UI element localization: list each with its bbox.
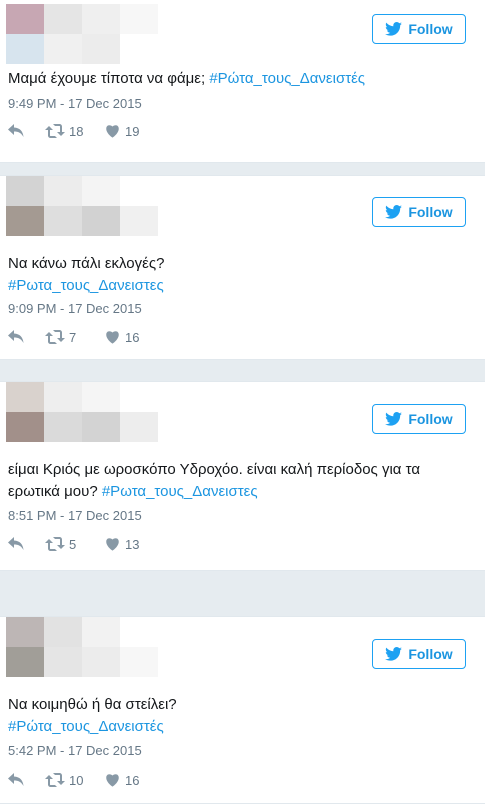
follow-button[interactable]: Follow xyxy=(372,404,466,434)
retweet-count: 10 xyxy=(69,772,84,788)
tweet-text: είμαι Κριός με ωροσκόπο Υδροχόο. είναι κ… xyxy=(8,459,473,503)
tweet-text: Να κάνω πάλι εκλογές? #Ρωτα_τους_Δανειστε… xyxy=(8,253,473,297)
retweet-button[interactable]: 7 xyxy=(45,330,105,345)
avatar[interactable] xyxy=(6,176,158,236)
tweet-card: Follow είμαι Κριός με ωροσκόπο Υδροχόο. … xyxy=(0,381,485,571)
twitter-bird-icon xyxy=(385,205,403,219)
like-button[interactable]: 13 xyxy=(105,537,139,552)
avatar[interactable] xyxy=(6,4,158,64)
tweet-timestamp[interactable]: 8:51 PM - 17 Dec 2015 xyxy=(8,508,142,523)
reply-button[interactable] xyxy=(8,124,26,138)
tweet-card: Follow Να κάνω πάλι εκλογές? #Ρωτα_τους_Δ… xyxy=(0,175,485,360)
reply-icon xyxy=(8,124,24,137)
retweet-icon xyxy=(45,537,65,551)
heart-icon xyxy=(106,125,119,138)
like-count: 13 xyxy=(125,536,140,552)
follow-label: Follow xyxy=(408,204,453,220)
follow-button[interactable]: Follow xyxy=(372,14,466,44)
heart-icon xyxy=(106,774,119,787)
follow-button[interactable]: Follow xyxy=(372,639,466,669)
retweet-button[interactable]: 10 xyxy=(45,773,105,788)
like-button[interactable]: 16 xyxy=(105,330,139,345)
like-count: 16 xyxy=(125,329,140,345)
twitter-bird-icon xyxy=(385,412,403,426)
retweet-button[interactable]: 18 xyxy=(45,124,105,139)
tweet-text-plain: Μαμά έχουμε τίποτα να φάμε; xyxy=(8,70,210,87)
tweet-timestamp[interactable]: 9:09 PM - 17 Dec 2015 xyxy=(8,301,142,316)
retweet-icon xyxy=(45,330,65,344)
retweet-count: 18 xyxy=(69,123,84,139)
hashtag-link[interactable]: #Ρώτα_τους_Δανειστές xyxy=(209,70,365,87)
tweet-card: Follow Μαμά έχουμε τίποτα να φάμε; #Ρώτα… xyxy=(0,0,485,163)
tweet-text-plain: Να κοιμηθώ ή θα στείλει? xyxy=(8,696,177,713)
tweet-text: Μαμά έχουμε τίποτα να φάμε; #Ρώτα_τους_Δ… xyxy=(8,68,473,90)
avatar[interactable] xyxy=(6,617,158,677)
reply-icon xyxy=(8,773,24,786)
retweet-icon xyxy=(45,124,65,138)
reply-icon xyxy=(8,537,24,550)
tweet-text-plain: Να κάνω πάλι εκλογές? xyxy=(8,255,165,272)
retweet-count: 5 xyxy=(69,536,77,552)
like-button[interactable]: 16 xyxy=(105,773,139,788)
reply-button[interactable] xyxy=(8,330,26,344)
follow-label: Follow xyxy=(408,21,453,37)
retweet-button[interactable]: 5 xyxy=(45,537,105,552)
tweet-actions: 5 13 xyxy=(8,535,139,553)
follow-label: Follow xyxy=(408,411,453,427)
reply-button[interactable] xyxy=(8,773,26,787)
hashtag-link[interactable]: #Ρωτα_τους_Δανειστες xyxy=(8,277,164,294)
twitter-bird-icon xyxy=(385,647,403,661)
hashtag-link[interactable]: #Ρώτα_τους_Δανειστές xyxy=(8,718,164,735)
avatar[interactable] xyxy=(6,382,158,442)
heart-icon xyxy=(106,538,119,551)
reply-icon xyxy=(8,330,24,343)
tweet-timestamp[interactable]: 5:42 PM - 17 Dec 2015 xyxy=(8,743,142,758)
tweet-card: Follow Να κοιμηθώ ή θα στείλει? #Ρώτα_του… xyxy=(0,616,485,804)
twitter-bird-icon xyxy=(385,22,403,36)
follow-label: Follow xyxy=(408,646,453,662)
retweet-count: 7 xyxy=(69,329,77,345)
retweet-icon xyxy=(45,773,65,787)
like-button[interactable]: 19 xyxy=(105,124,139,139)
follow-button[interactable]: Follow xyxy=(372,197,466,227)
tweet-actions: 7 16 xyxy=(8,328,139,346)
like-count: 16 xyxy=(125,772,140,788)
heart-icon xyxy=(106,331,119,344)
reply-button[interactable] xyxy=(8,537,26,551)
tweet-actions: 10 16 xyxy=(8,771,139,789)
hashtag-link[interactable]: #Ρωτα_τους_Δανειστες xyxy=(102,483,258,500)
like-count: 19 xyxy=(125,123,140,139)
tweet-text: Να κοιμηθώ ή θα στείλει? #Ρώτα_τους_Δανει… xyxy=(8,694,473,738)
tweet-actions: 18 19 xyxy=(8,122,139,140)
tweet-timestamp[interactable]: 9:49 PM - 17 Dec 2015 xyxy=(8,96,142,111)
